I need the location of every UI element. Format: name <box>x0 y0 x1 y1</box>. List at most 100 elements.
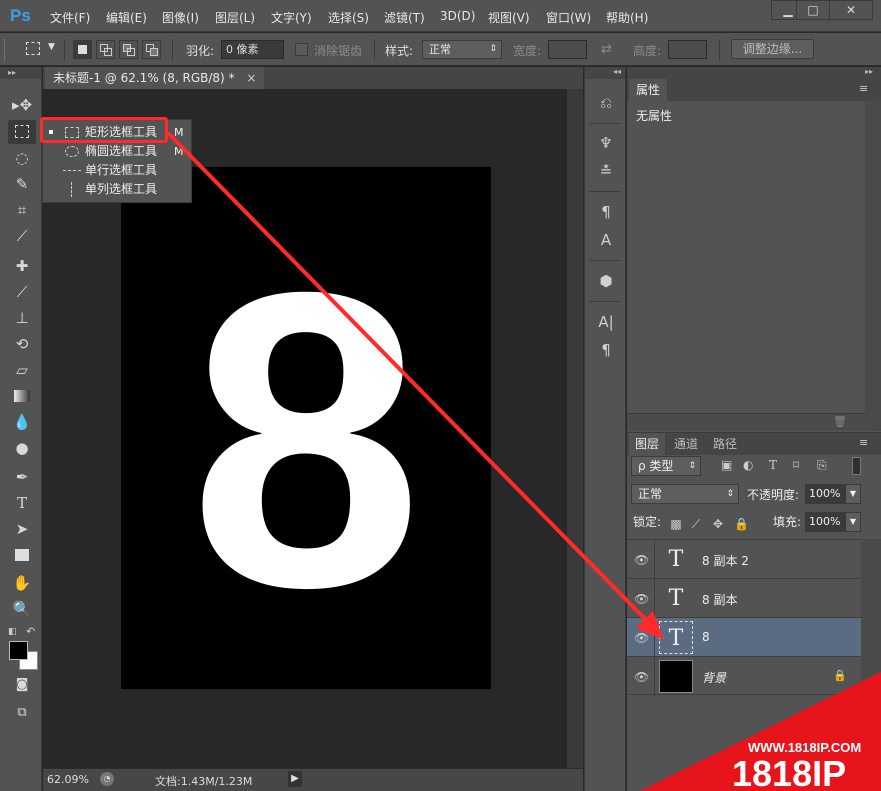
chevron-down-icon[interactable]: ▼ <box>48 42 55 52</box>
panel-menu-icon[interactable]: ≡ <box>859 82 868 95</box>
subtract-selection-button[interactable] <box>119 40 138 59</box>
collapse-arrows-icon[interactable]: ▸▸ <box>865 67 873 76</box>
quick-mask-icon[interactable]: ◙ <box>8 673 36 697</box>
rect-marquee-tool-icon[interactable] <box>8 120 36 144</box>
flyout-item-single-column-marquee[interactable]: 单列选框工具 <box>43 180 191 199</box>
vertical-scrollbar[interactable] <box>567 89 583 768</box>
dodge-tool-icon[interactable]: ● <box>8 436 36 460</box>
layer-name[interactable]: 8 副本 <box>702 591 737 608</box>
filter-pixel-icon[interactable]: ▣ <box>721 458 732 472</box>
filter-toggle[interactable] <box>852 457 861 475</box>
filter-kind-select[interactable]: ρ 类型 ⇕ <box>631 456 701 476</box>
visibility-eye-icon[interactable]: 👁 <box>634 553 649 567</box>
menu-select[interactable]: 选择(S) <box>328 9 369 26</box>
3d-panel-icon[interactable]: ⬢ <box>594 269 618 293</box>
swap-colors-icon[interactable]: ↶ <box>26 625 35 638</box>
properties-scrollbar[interactable] <box>865 101 881 431</box>
lock-all-icon[interactable]: 🔒 <box>734 517 749 531</box>
menu-filter[interactable]: 滤镜(T) <box>384 9 425 26</box>
rectangle-tool-icon[interactable] <box>8 543 36 567</box>
eraser-tool-icon[interactable]: ▱ <box>8 358 36 382</box>
maximize-button[interactable]: □ <box>796 0 830 20</box>
tab-layers[interactable]: 图层 <box>629 433 666 455</box>
lock-position-icon[interactable]: ✥ <box>711 517 725 531</box>
paragraph-styles-icon[interactable]: ¶ <box>594 200 618 224</box>
menu-3d[interactable]: 3D(D) <box>440 9 475 23</box>
style-select[interactable]: 正常 ⇕ <box>422 40 502 59</box>
lasso-tool-icon[interactable]: ◌ <box>8 146 36 170</box>
layer-row-selected[interactable]: 👁 T 8 <box>627 617 861 657</box>
chevron-down-icon[interactable]: ▼ <box>846 485 860 503</box>
default-colors-icon[interactable]: ◧ <box>8 627 18 637</box>
path-select-tool-icon[interactable]: ➤ <box>8 517 36 541</box>
paragraph-panel-icon[interactable]: ¶ <box>594 338 618 362</box>
blur-tool-icon[interactable]: 💧 <box>8 410 36 434</box>
panel-menu-icon[interactable]: ≡ <box>859 436 868 449</box>
clone-stamp-tool-icon[interactable]: ⊥ <box>8 306 36 330</box>
antialias-checkbox[interactable] <box>295 43 308 56</box>
healing-brush-tool-icon[interactable]: ✚ <box>8 254 36 278</box>
flyout-item-single-row-marquee[interactable]: 单行选框工具 <box>43 161 191 180</box>
filter-smart-object-icon[interactable]: ⎘ <box>817 458 827 473</box>
history-panel-icon[interactable]: ⎌ <box>594 91 618 115</box>
character-panel-icon[interactable]: A| <box>594 310 618 334</box>
document-canvas[interactable]: 8 <box>121 167 491 689</box>
visibility-eye-icon[interactable]: 👁 <box>634 592 649 606</box>
gradient-tool-icon[interactable] <box>8 384 36 408</box>
layer-row[interactable]: 👁 T 8 副本 2 <box>627 539 861 579</box>
layer-name[interactable]: 8 副本 2 <box>702 552 749 569</box>
menu-file[interactable]: 文件(F) <box>50 9 90 26</box>
collapse-arrows-icon[interactable]: ▸▸ <box>0 67 41 79</box>
status-info-icon[interactable]: ◔ <box>100 772 114 786</box>
flyout-item-ellipse-marquee[interactable]: 椭圆选框工具 M <box>43 142 191 161</box>
tab-paths[interactable]: 路径 <box>707 433 743 455</box>
filter-shape-icon[interactable]: ⌑ <box>793 458 799 472</box>
chevron-down-icon[interactable]: ▼ <box>846 513 860 531</box>
hand-tool-icon[interactable]: ✋ <box>8 571 36 595</box>
menu-help[interactable]: 帮助(H) <box>606 9 648 26</box>
document-tab[interactable]: 未标题-1 @ 62.1% (8, RGB/8) * × <box>45 67 265 89</box>
menu-type[interactable]: 文字(Y) <box>271 9 312 26</box>
marquee-preset-icon[interactable] <box>26 42 40 55</box>
collapse-arrows-icon[interactable]: ◂◂ <box>613 67 621 76</box>
add-selection-button[interactable] <box>96 40 115 59</box>
zoom-level[interactable]: 62.09% <box>47 773 89 786</box>
layer-row[interactable]: 👁 T 8 副本 <box>627 578 861 618</box>
tab-close-icon[interactable]: × <box>246 71 256 85</box>
height-input[interactable] <box>668 40 707 59</box>
type-tool-icon[interactable]: T <box>8 491 36 515</box>
history-brush-tool-icon[interactable]: ⟲ <box>8 332 36 356</box>
quick-select-tool-icon[interactable]: ✎ <box>8 172 36 196</box>
screen-mode-icon[interactable]: ⧉ <box>8 701 36 725</box>
character-styles-icon[interactable]: A <box>594 228 618 252</box>
blend-mode-select[interactable]: 正常 ⇕ <box>631 484 739 504</box>
refine-edge-button[interactable]: 调整边缘... <box>731 39 814 59</box>
crop-tool-icon[interactable]: ⌗ <box>8 198 36 222</box>
filter-type-icon[interactable]: T <box>769 458 777 472</box>
tab-properties[interactable]: 属性 <box>629 79 668 101</box>
adjustments-panel-icon[interactable]: ≛ <box>594 159 618 183</box>
swap-icon[interactable]: ⇄ <box>601 42 612 57</box>
visibility-eye-icon[interactable]: 👁 <box>634 631 649 645</box>
trash-icon[interactable]: 🗑 <box>833 415 847 428</box>
menu-edit[interactable]: 编辑(E) <box>106 9 147 26</box>
opacity-input[interactable]: 100% ▼ <box>805 484 861 504</box>
close-button[interactable]: ✕ <box>829 0 873 20</box>
brush-panel-icon[interactable]: ♆ <box>594 131 618 155</box>
intersect-selection-button[interactable] <box>142 40 161 59</box>
width-input[interactable] <box>548 40 587 59</box>
menu-window[interactable]: 窗口(W) <box>546 9 591 26</box>
menu-image[interactable]: 图像(I) <box>162 9 199 26</box>
tab-channels[interactable]: 通道 <box>668 433 704 455</box>
pen-tool-icon[interactable]: ✒ <box>8 465 36 489</box>
feather-input[interactable]: 0 像素 <box>221 40 284 59</box>
zoom-tool-icon[interactable]: 🔍 <box>8 597 36 621</box>
menu-view[interactable]: 视图(V) <box>488 9 530 26</box>
lock-transparent-icon[interactable]: ▩ <box>669 517 683 531</box>
lock-image-icon[interactable]: ⟋ <box>689 517 703 531</box>
layer-name[interactable]: 8 <box>702 630 710 644</box>
status-menu-arrow-icon[interactable]: ▶ <box>288 771 302 787</box>
new-selection-button[interactable] <box>73 40 92 59</box>
move-tool-icon[interactable]: ▸✥ <box>8 93 36 117</box>
filter-adjustment-icon[interactable]: ◐ <box>743 458 753 472</box>
